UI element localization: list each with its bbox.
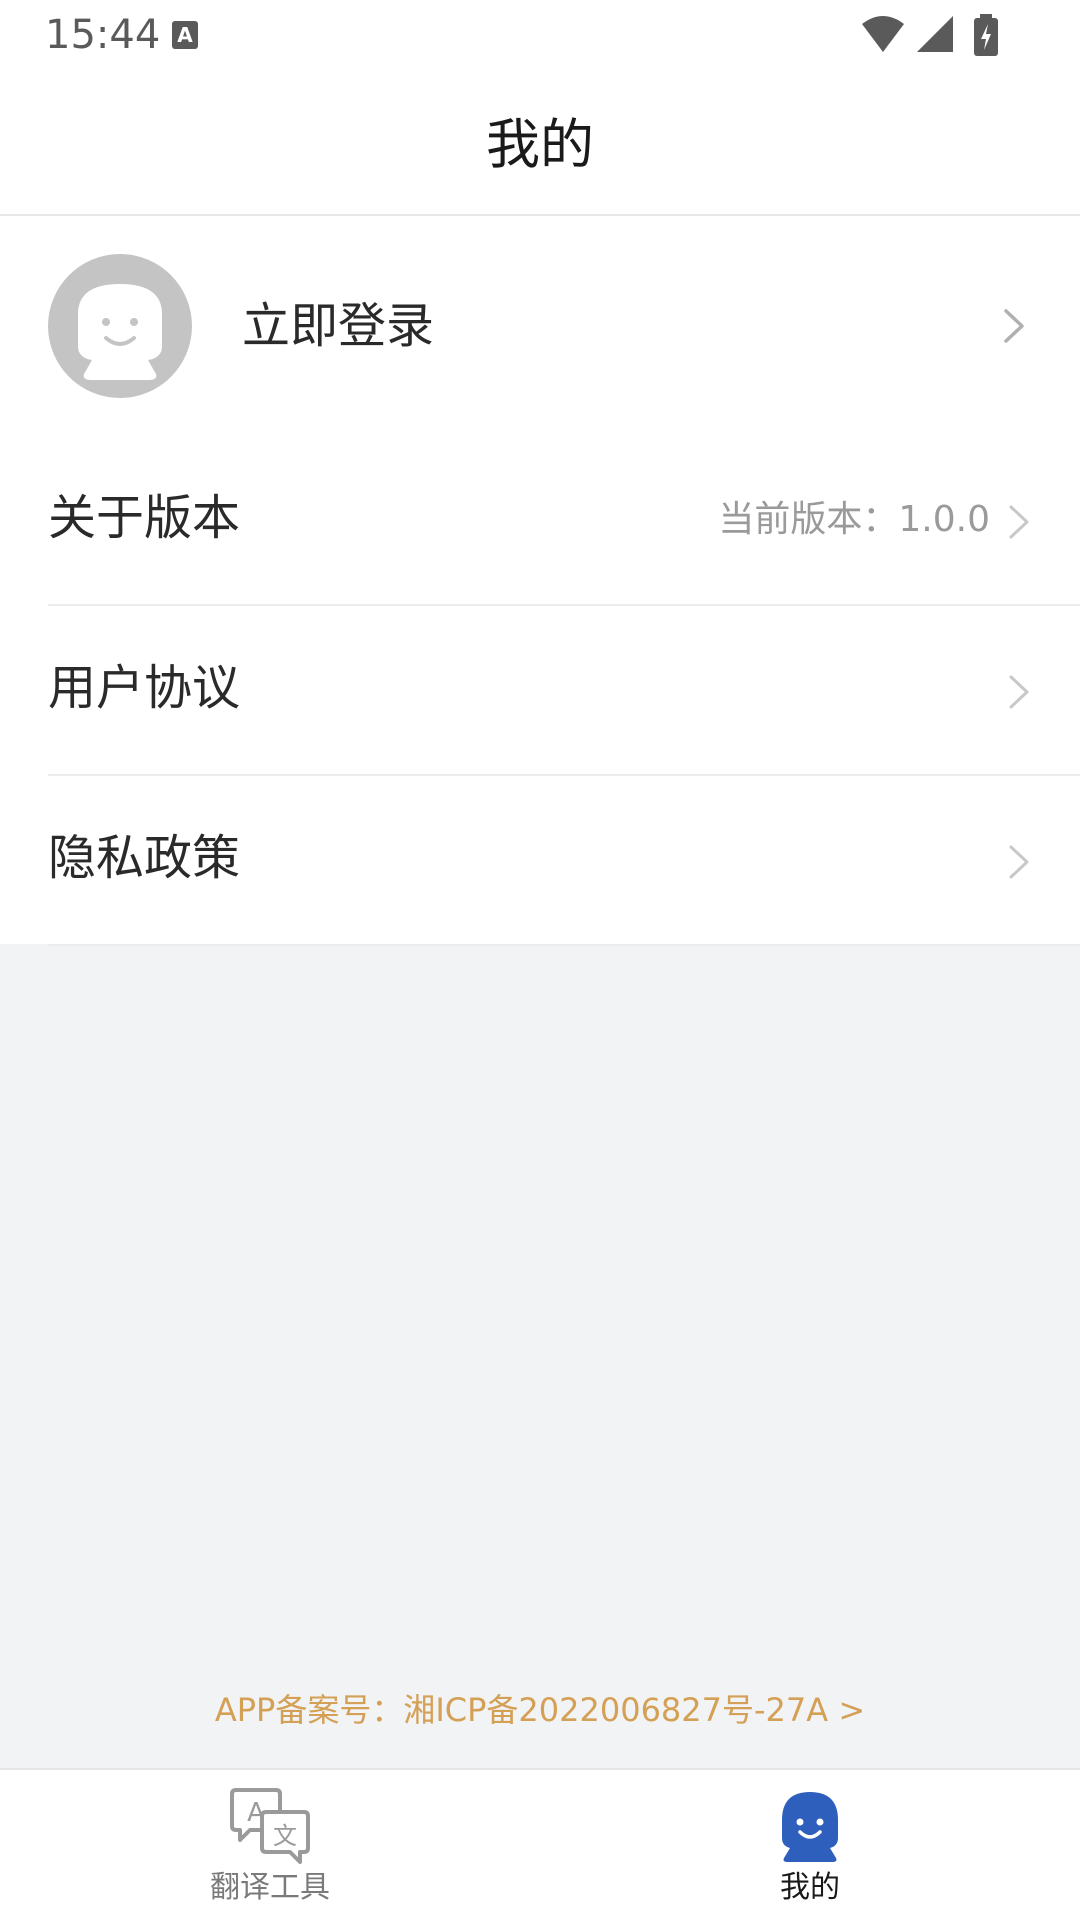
divider	[48, 944, 1080, 946]
avatar-placeholder-icon	[78, 284, 162, 380]
svg-text:文: 文	[273, 1822, 297, 1850]
chevron-right-icon	[1004, 309, 1024, 343]
login-row[interactable]: 立即登录	[0, 216, 1080, 436]
menu-item-version[interactable]: 关于版本 当前版本：1.0.0	[0, 436, 1080, 606]
menu-item-privacy-policy[interactable]: 隐私政策	[0, 776, 1080, 946]
a-notification-icon: A	[172, 21, 198, 49]
page-title: 我的	[486, 113, 594, 176]
bottom-tab-bar: A 文 翻译工具 我的	[0, 1768, 1080, 1920]
app-header: 我的	[0, 72, 1080, 216]
chevron-right-icon	[1009, 675, 1029, 709]
tab-label: 翻译工具	[210, 1870, 330, 1905]
login-label[interactable]: 立即登录	[242, 296, 434, 356]
version-value: 当前版本：1.0.0	[718, 499, 990, 540]
menu-item-label: 用户协议	[48, 660, 241, 716]
translate-icon: A 文	[230, 1788, 310, 1864]
wifi-icon	[862, 16, 904, 52]
tab-translate-tools[interactable]: A 文 翻译工具	[120, 1770, 420, 1920]
signal-icon	[917, 16, 953, 52]
status-time: 15:44	[45, 12, 161, 58]
chevron-right-icon	[1009, 505, 1029, 539]
status-bar: 15:44 A	[0, 0, 1080, 72]
tab-label: 我的	[780, 1870, 840, 1905]
menu-item-user-agreement[interactable]: 用户协议	[0, 606, 1080, 776]
tab-mine[interactable]: 我的	[660, 1770, 960, 1920]
avatar[interactable]	[48, 254, 192, 398]
icp-link[interactable]: APP备案号：湘ICP备2022006827号-27A >	[0, 1688, 1080, 1732]
battery-charging-icon	[974, 14, 998, 56]
chevron-right-icon	[1009, 845, 1029, 879]
menu-item-label: 关于版本	[48, 490, 241, 546]
profile-icon	[782, 1792, 838, 1862]
menu-item-label: 隐私政策	[48, 830, 241, 886]
